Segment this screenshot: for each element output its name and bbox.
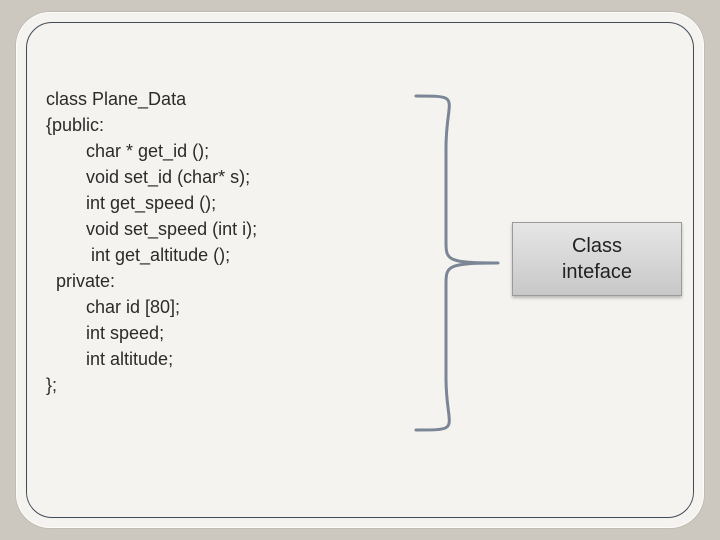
code-line: }; xyxy=(46,375,57,395)
code-line: {public: xyxy=(46,115,104,135)
label-line: Class xyxy=(572,235,622,257)
code-line: int altitude; xyxy=(46,349,173,369)
code-line: int get_speed (); xyxy=(46,193,216,213)
interface-label-text: Class inteface xyxy=(562,233,632,285)
code-line: char id [80]; xyxy=(46,297,180,317)
code-line: private: xyxy=(46,271,115,291)
code-line: int get_altitude (); xyxy=(46,245,230,265)
right-brace-icon xyxy=(386,88,506,438)
slide-stage: class Plane_Data {public: char * get_id … xyxy=(16,12,704,528)
label-line: inteface xyxy=(562,261,632,283)
code-line: class Plane_Data xyxy=(46,89,186,109)
interface-label-box: Class inteface xyxy=(512,222,682,296)
slide-card: class Plane_Data {public: char * get_id … xyxy=(16,12,704,528)
code-block: class Plane_Data {public: char * get_id … xyxy=(46,86,416,398)
code-line: void set_speed (int i); xyxy=(46,219,257,239)
code-line: int speed; xyxy=(46,323,164,343)
code-line: char * get_id (); xyxy=(46,141,209,161)
code-line: void set_id (char* s); xyxy=(46,167,250,187)
